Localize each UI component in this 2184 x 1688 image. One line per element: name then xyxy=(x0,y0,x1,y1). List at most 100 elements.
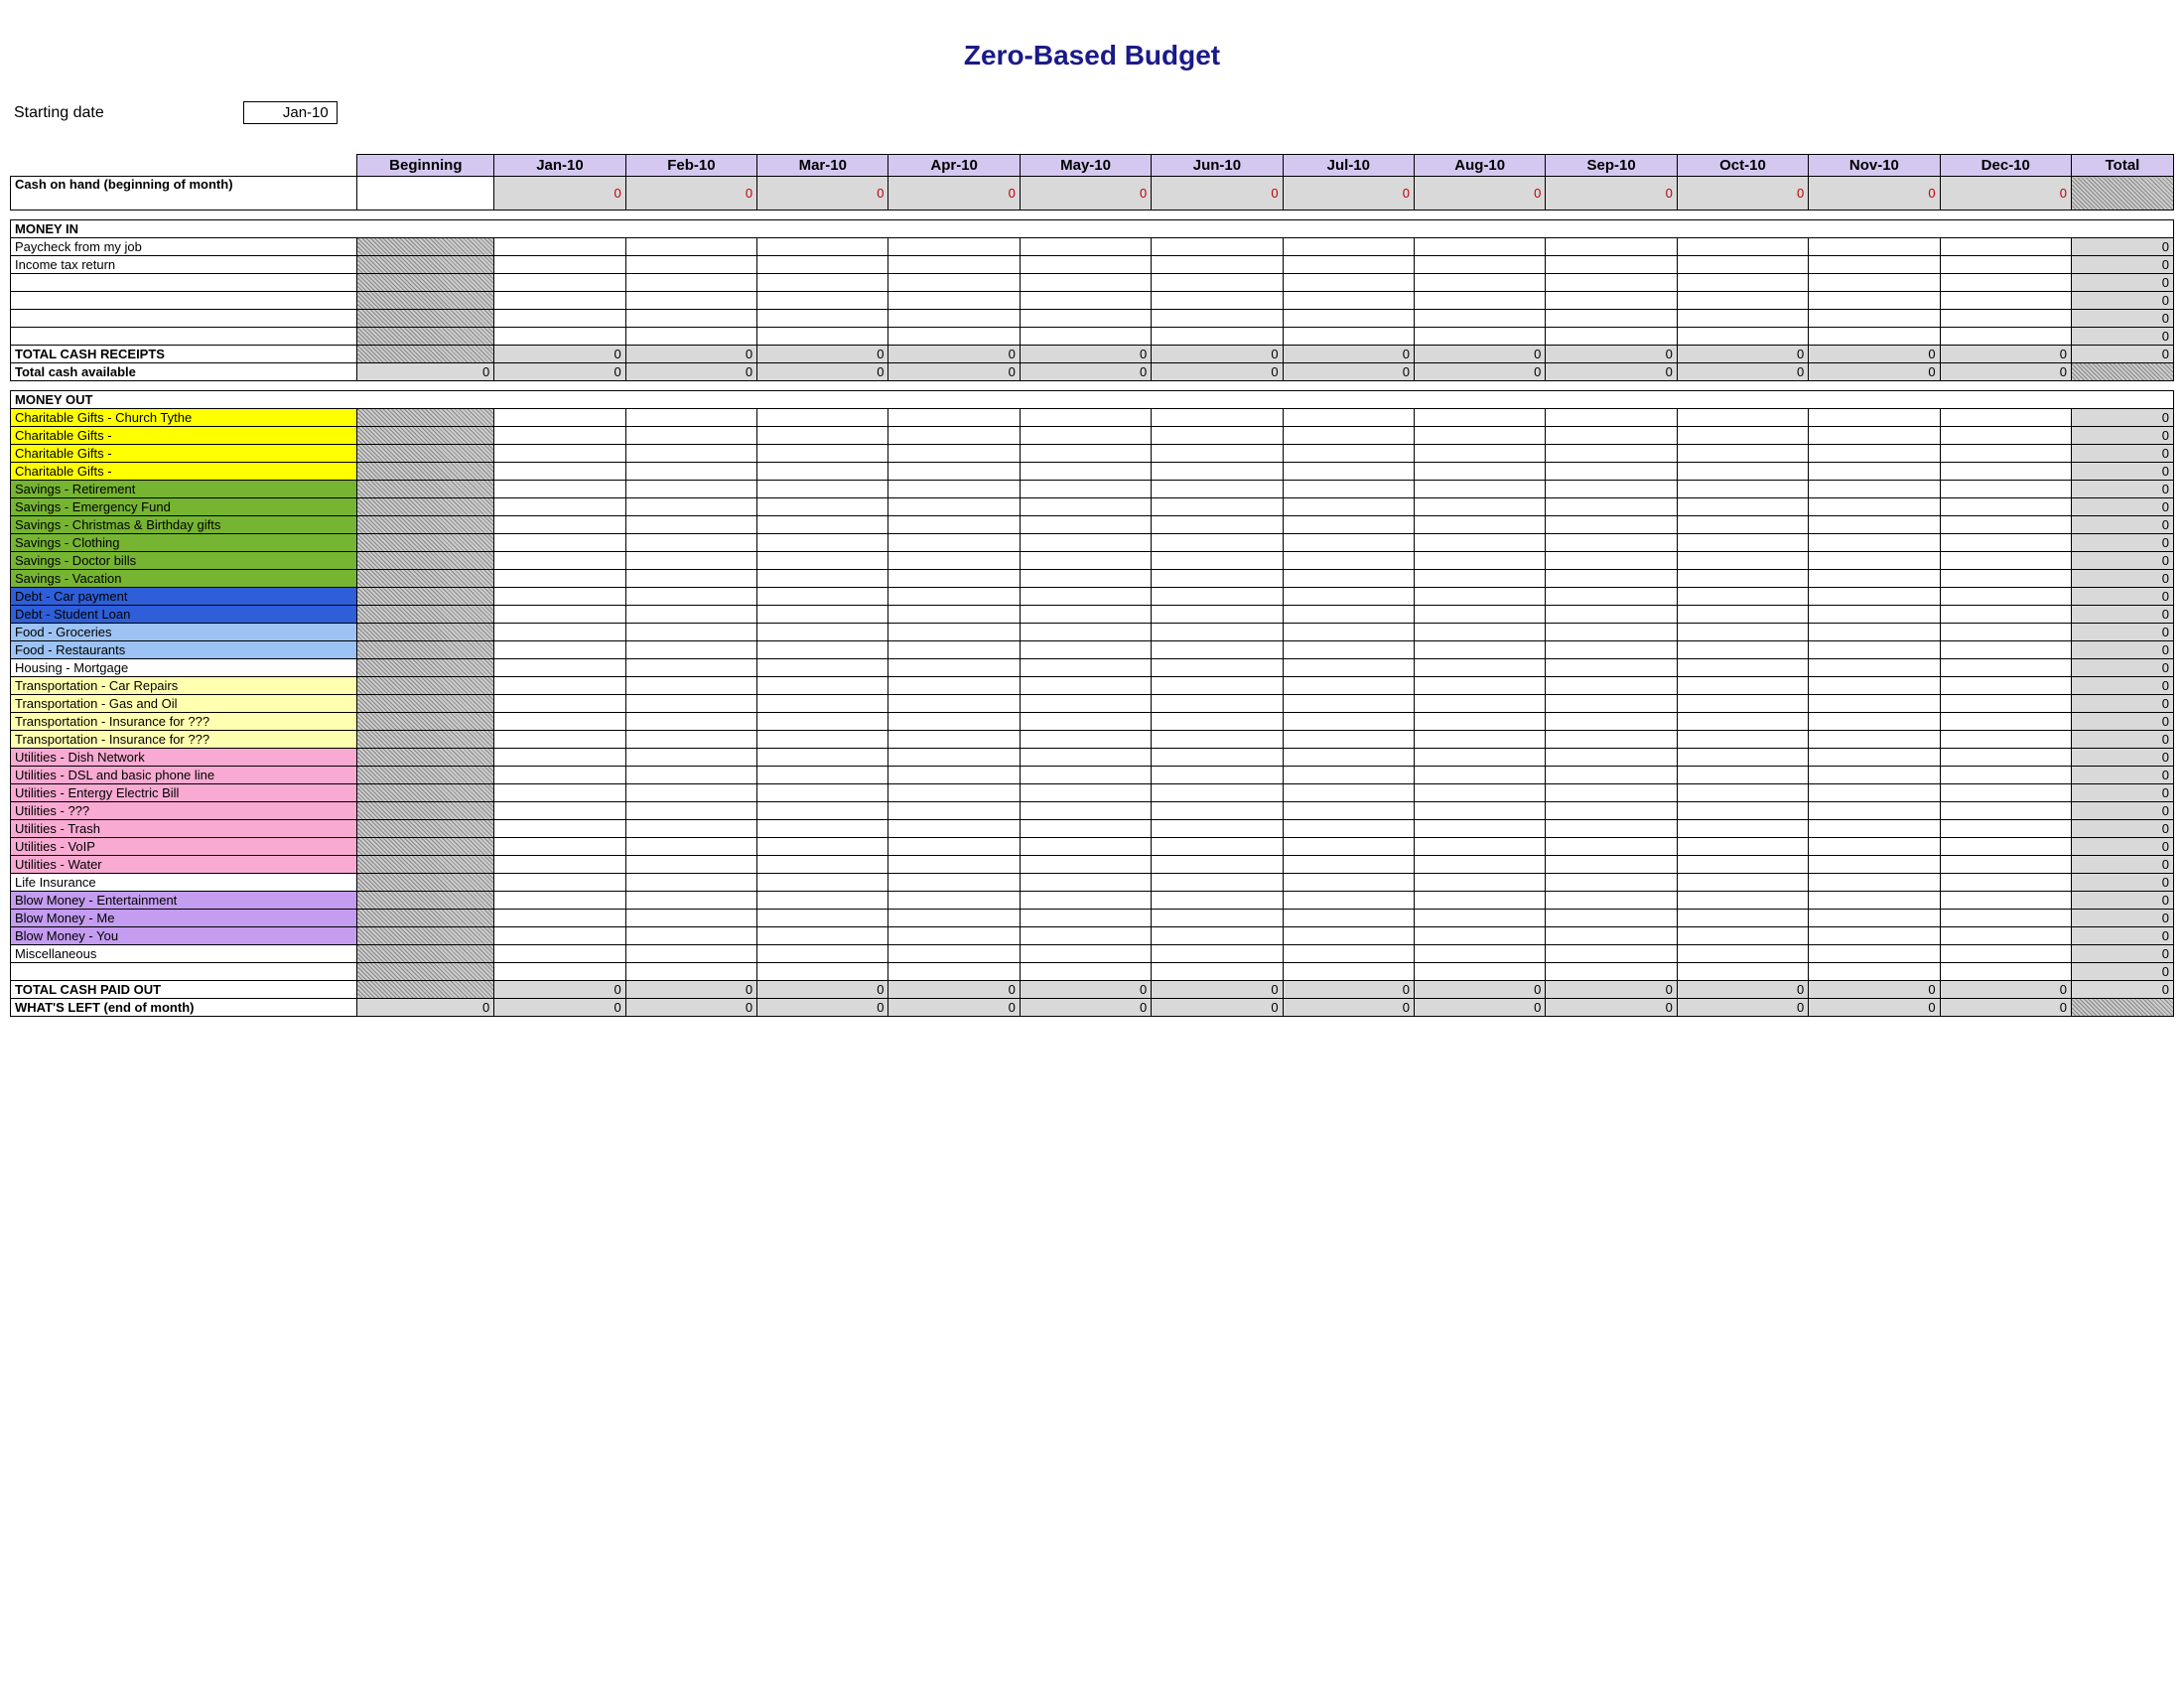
cell[interactable] xyxy=(1415,310,1546,328)
cell[interactable] xyxy=(1020,624,1151,641)
row-label[interactable]: Charitable Gifts - xyxy=(11,427,357,445)
cell[interactable] xyxy=(1152,328,1283,346)
cell[interactable] xyxy=(1415,274,1546,292)
cell[interactable] xyxy=(1677,695,1808,713)
cell[interactable] xyxy=(1546,963,1677,981)
cell[interactable] xyxy=(1020,820,1151,838)
cell[interactable] xyxy=(757,945,888,963)
row-label[interactable]: Utilities - Dish Network xyxy=(11,749,357,767)
cell[interactable] xyxy=(757,624,888,641)
cell[interactable] xyxy=(1940,677,2071,695)
cell[interactable] xyxy=(1809,963,1940,981)
cell[interactable] xyxy=(1415,838,1546,856)
cell[interactable] xyxy=(625,802,756,820)
cell[interactable] xyxy=(757,310,888,328)
cell[interactable] xyxy=(1152,731,1283,749)
row-label[interactable]: Blow Money - Entertainment xyxy=(11,892,357,910)
cell[interactable] xyxy=(1940,588,2071,606)
cell[interactable] xyxy=(1152,838,1283,856)
cell[interactable] xyxy=(1020,606,1151,624)
cell[interactable] xyxy=(757,784,888,802)
cell[interactable] xyxy=(1283,820,1414,838)
cell[interactable] xyxy=(1546,659,1677,677)
cell[interactable] xyxy=(1940,292,2071,310)
row-label[interactable]: Savings - Vacation xyxy=(11,570,357,588)
cell[interactable] xyxy=(1677,641,1808,659)
cell[interactable] xyxy=(625,820,756,838)
cell[interactable] xyxy=(888,820,1020,838)
row-label[interactable]: Miscellaneous xyxy=(11,945,357,963)
cell[interactable] xyxy=(625,552,756,570)
cell[interactable] xyxy=(494,927,625,945)
cell[interactable] xyxy=(1020,945,1151,963)
cell[interactable] xyxy=(1677,802,1808,820)
cell[interactable] xyxy=(1546,256,1677,274)
cell[interactable] xyxy=(1677,945,1808,963)
cell[interactable] xyxy=(1546,731,1677,749)
cell[interactable] xyxy=(625,927,756,945)
cell[interactable] xyxy=(888,945,1020,963)
cell[interactable] xyxy=(625,767,756,784)
cell[interactable] xyxy=(1283,409,1414,427)
cell[interactable] xyxy=(888,641,1020,659)
cell[interactable] xyxy=(1940,570,2071,588)
cell[interactable] xyxy=(888,588,1020,606)
cell[interactable] xyxy=(1020,713,1151,731)
cell[interactable] xyxy=(1677,292,1808,310)
cell[interactable] xyxy=(1940,445,2071,463)
cell[interactable] xyxy=(1677,927,1808,945)
cell[interactable] xyxy=(888,659,1020,677)
cell[interactable] xyxy=(494,624,625,641)
cell[interactable] xyxy=(1283,310,1414,328)
cell[interactable] xyxy=(1546,552,1677,570)
cell[interactable] xyxy=(1152,659,1283,677)
cell[interactable] xyxy=(1283,767,1414,784)
cell[interactable] xyxy=(1940,463,2071,481)
cell[interactable] xyxy=(1152,588,1283,606)
cell[interactable] xyxy=(625,498,756,516)
cell[interactable] xyxy=(494,731,625,749)
cell[interactable] xyxy=(1283,552,1414,570)
cell[interactable] xyxy=(1283,463,1414,481)
cell[interactable] xyxy=(1940,498,2071,516)
cell[interactable] xyxy=(1152,292,1283,310)
cell[interactable] xyxy=(1546,292,1677,310)
cell[interactable] xyxy=(1152,784,1283,802)
row-label[interactable]: Life Insurance xyxy=(11,874,357,892)
cell[interactable] xyxy=(1283,498,1414,516)
cell[interactable] xyxy=(1677,910,1808,927)
cell[interactable] xyxy=(1809,516,1940,534)
cell[interactable] xyxy=(1283,677,1414,695)
cell[interactable] xyxy=(757,731,888,749)
cell[interactable] xyxy=(1546,328,1677,346)
cell[interactable] xyxy=(1020,310,1151,328)
cell[interactable] xyxy=(1809,498,1940,516)
cell[interactable] xyxy=(1020,534,1151,552)
cell[interactable] xyxy=(757,838,888,856)
cell[interactable] xyxy=(888,731,1020,749)
cell[interactable] xyxy=(494,749,625,767)
cell[interactable] xyxy=(1020,856,1151,874)
cell[interactable] xyxy=(888,677,1020,695)
row-label[interactable]: Charitable Gifts - Church Tythe xyxy=(11,409,357,427)
cell[interactable] xyxy=(1415,256,1546,274)
cell[interactable] xyxy=(888,695,1020,713)
cell[interactable] xyxy=(625,409,756,427)
cell[interactable] xyxy=(1152,892,1283,910)
cell[interactable] xyxy=(494,713,625,731)
cell[interactable] xyxy=(1677,963,1808,981)
cell[interactable] xyxy=(1940,310,2071,328)
cell[interactable] xyxy=(1677,892,1808,910)
cell[interactable] xyxy=(1546,874,1677,892)
cell[interactable] xyxy=(1940,256,2071,274)
cell[interactable] xyxy=(888,274,1020,292)
cell[interactable] xyxy=(1152,534,1283,552)
cell[interactable] xyxy=(1415,802,1546,820)
cell[interactable] xyxy=(888,784,1020,802)
cell[interactable] xyxy=(1283,713,1414,731)
cell[interactable]: 0 xyxy=(757,177,888,211)
cell[interactable] xyxy=(1415,328,1546,346)
cell[interactable] xyxy=(625,445,756,463)
cell[interactable] xyxy=(1283,427,1414,445)
cell[interactable] xyxy=(888,927,1020,945)
